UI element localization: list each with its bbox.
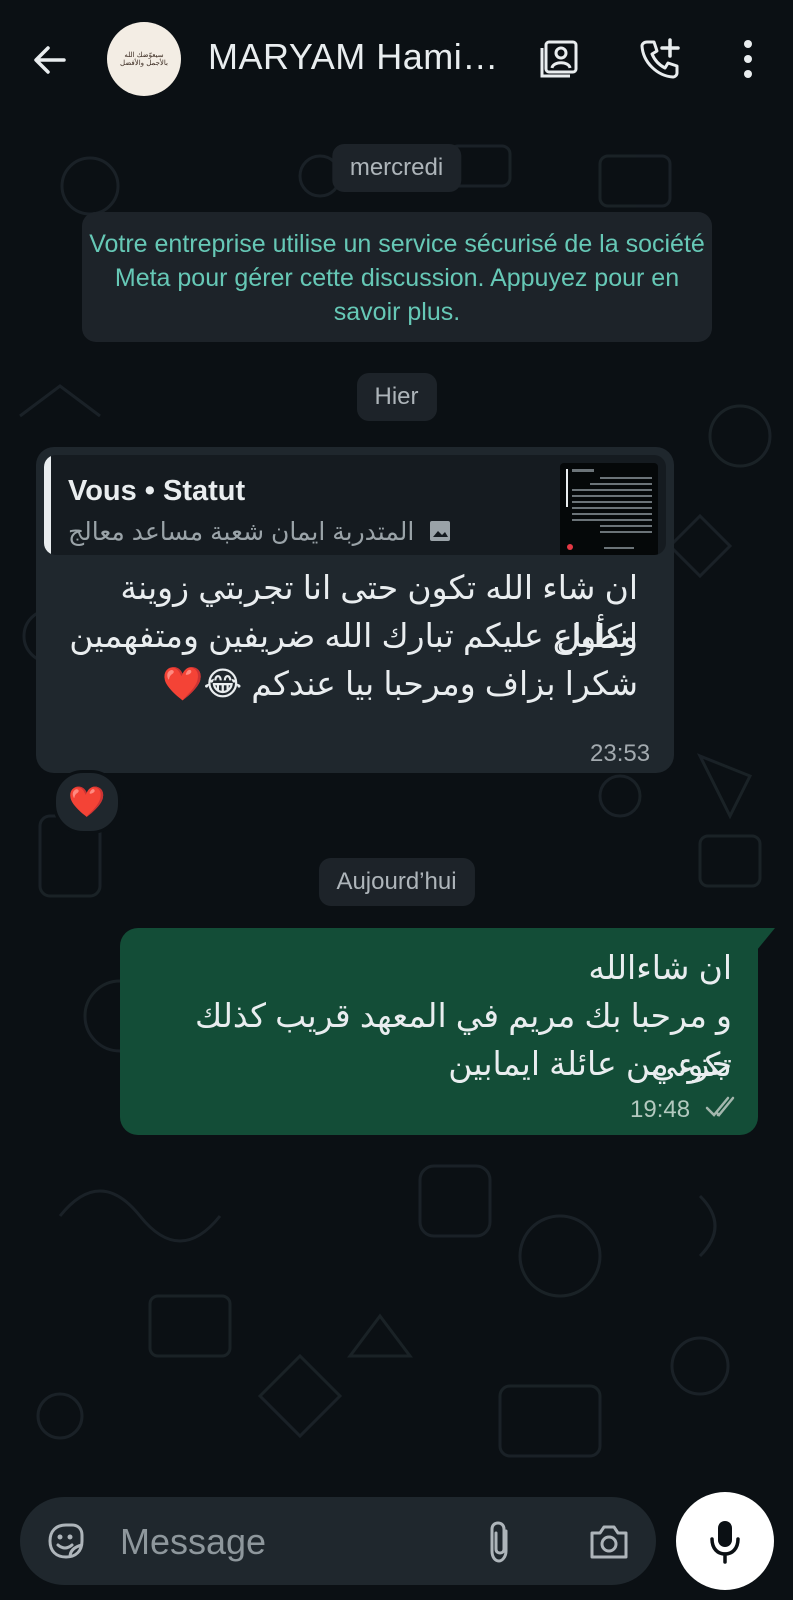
outgoing-bubble-tail xyxy=(757,928,775,950)
voice-record-button[interactable] xyxy=(676,1492,774,1590)
status-reply-quote[interactable]: Vous • Statut المتدربة ايمان شعبة مساعد … xyxy=(44,455,666,555)
outgoing-message-bubble[interactable]: ان شاءالله و مرحبا بك مريم في المعهد قري… xyxy=(120,928,758,1135)
date-separator-today: Aujourd’hui xyxy=(318,858,475,906)
quote-accent-bar xyxy=(44,455,51,555)
business-security-notice[interactable]: Votre entreprise utilise un service sécu… xyxy=(82,212,712,342)
incoming-message-time: 23:53 xyxy=(590,740,651,767)
avatar[interactable]: سيعوّضك الله بالأجمل والأفضل xyxy=(107,22,181,96)
contact-card-icon[interactable] xyxy=(536,36,582,82)
chat-header: سيعوّضك الله بالأجمل والأفضل MARYAM Hami… xyxy=(0,0,793,116)
heart-reaction: ❤️ xyxy=(68,785,106,819)
back-arrow-icon[interactable] xyxy=(28,38,72,82)
date-separator-wednesday: mercredi xyxy=(331,144,462,192)
status-thumbnail xyxy=(560,463,658,555)
image-icon xyxy=(430,521,451,541)
quote-subtitle: المتدربة ايمان شعبة مساعد معالج xyxy=(68,517,453,547)
contact-name[interactable]: MARYAM Hami… xyxy=(208,36,508,78)
incoming-message-line-3: شكرا بزاف ومرحبا بيا عندكم 😂❤️ xyxy=(162,665,638,702)
quote-title: Vous • Statut xyxy=(68,475,246,507)
avatar-logo-text: سيعوّضك الله بالأجمل والأفضل xyxy=(119,51,168,67)
incoming-message-line-2: انطباع عليكم تبارك الله ضريفين ومتفهمين xyxy=(69,617,638,654)
message-reaction[interactable]: ❤️ xyxy=(53,770,121,834)
more-vert-icon[interactable] xyxy=(725,36,771,82)
add-call-icon[interactable] xyxy=(637,36,683,82)
sticker-icon[interactable] xyxy=(44,1519,88,1563)
mic-icon xyxy=(710,1521,740,1564)
attach-icon[interactable] xyxy=(482,1519,516,1565)
incoming-message-bubble[interactable]: Vous • Statut المتدربة ايمان شعبة مساعد … xyxy=(36,447,674,773)
quote-subtitle-text: المتدربة ايمان شعبة مساعد معالج xyxy=(68,518,415,546)
outgoing-message-line-1: ان شاءالله xyxy=(588,949,732,986)
double-check-icon xyxy=(705,1096,735,1117)
message-composer[interactable] xyxy=(20,1497,656,1585)
outgoing-message-line-3: جزء من عائلة ايمابين xyxy=(448,1045,732,1082)
message-input[interactable] xyxy=(118,1519,452,1565)
outgoing-message-time: 19:48 xyxy=(630,1096,691,1123)
date-separator-yesterday: Hier xyxy=(356,373,437,421)
camera-icon[interactable] xyxy=(586,1519,632,1563)
